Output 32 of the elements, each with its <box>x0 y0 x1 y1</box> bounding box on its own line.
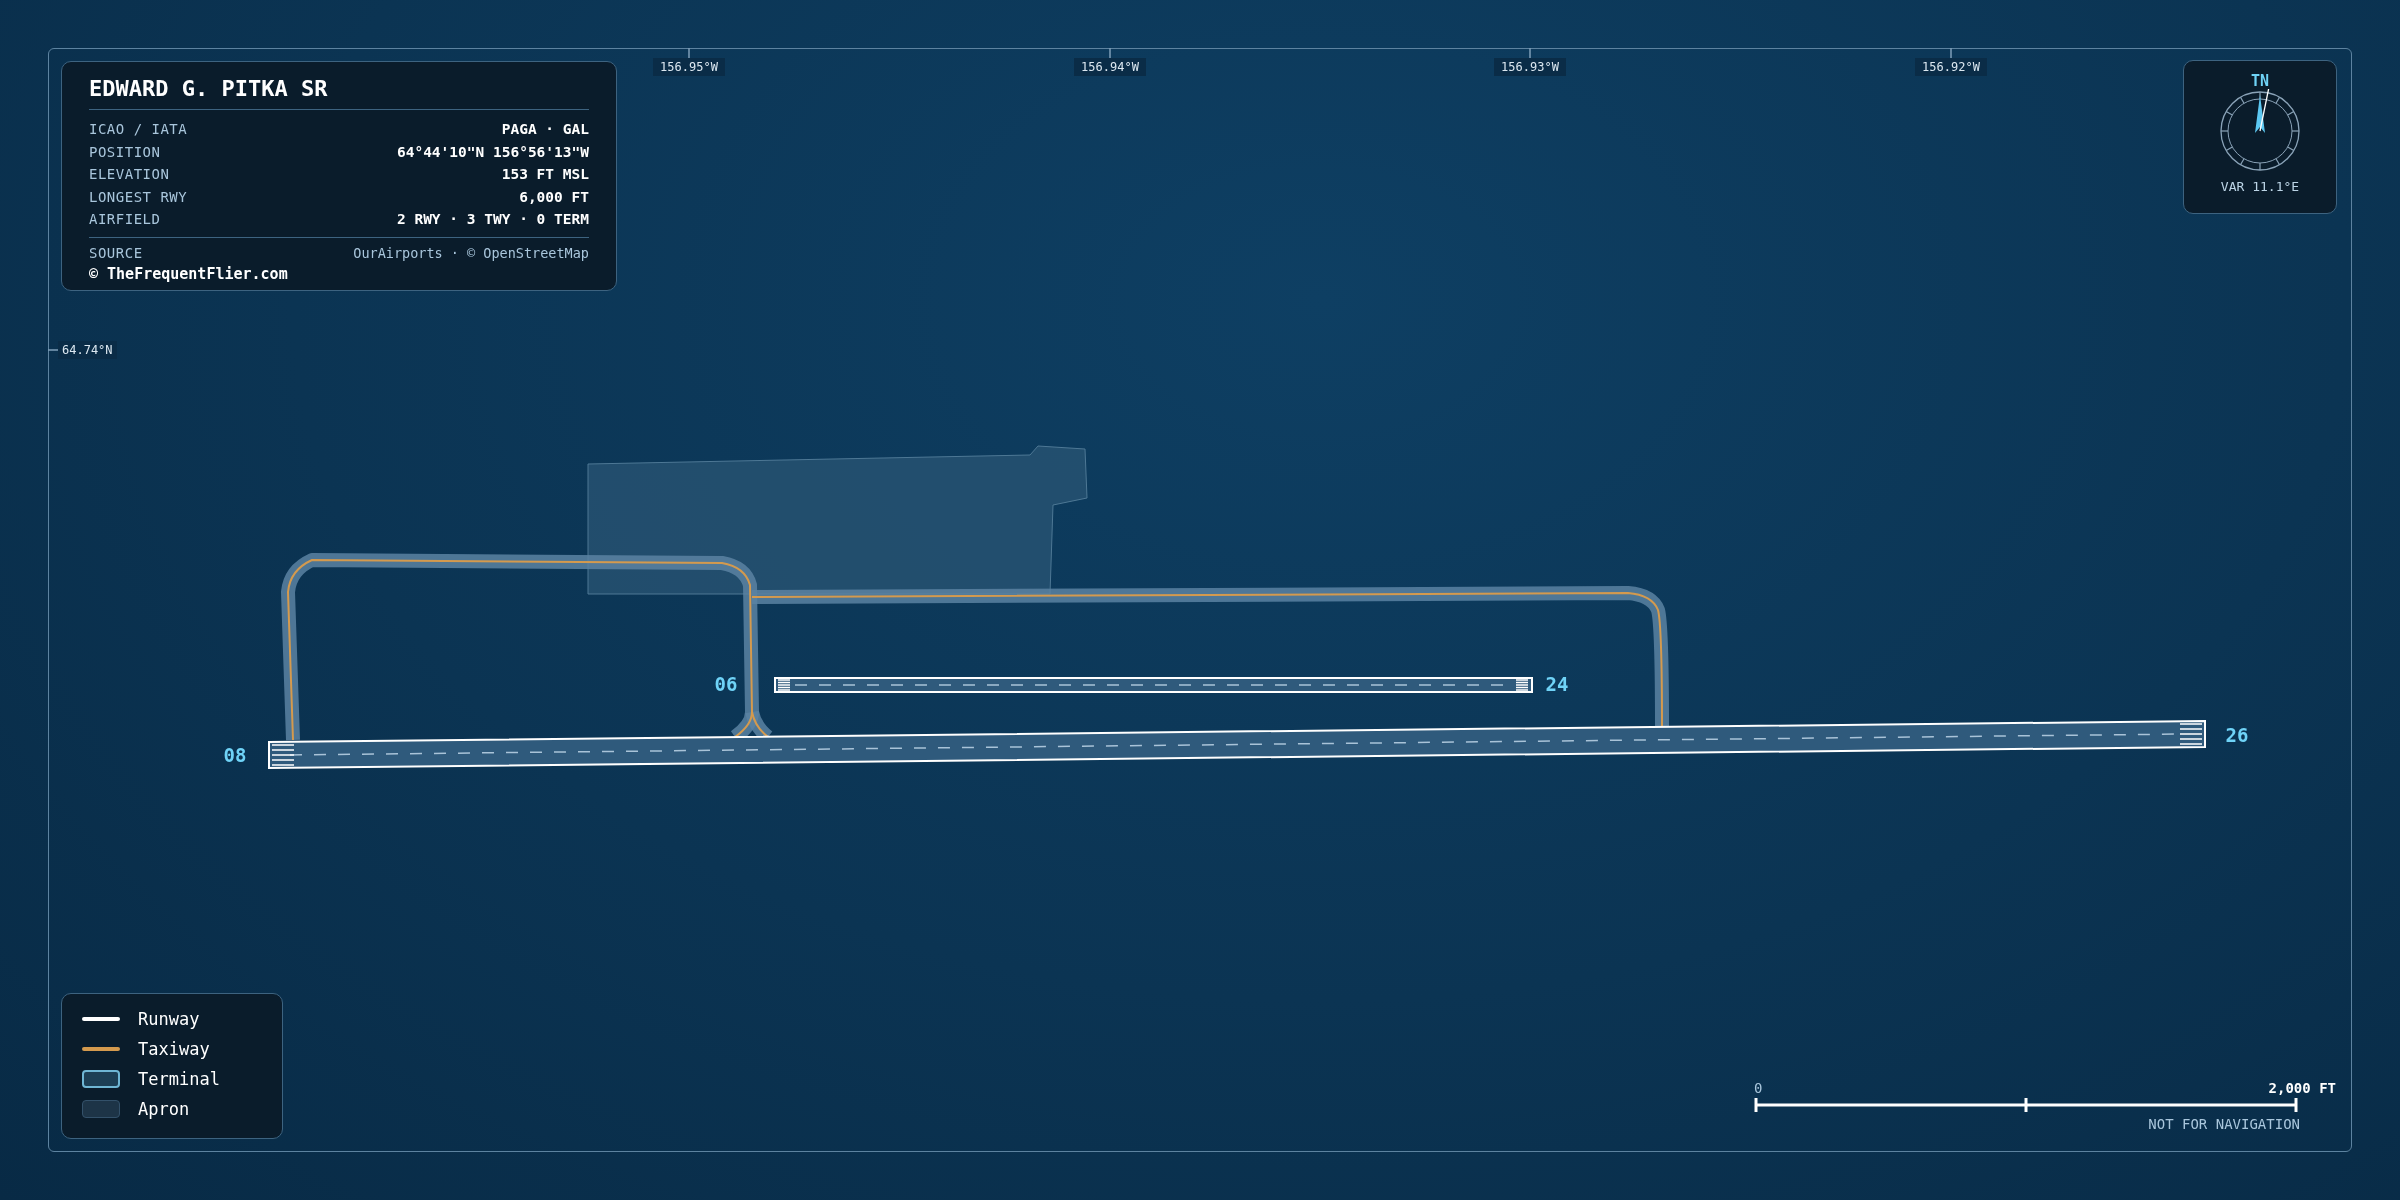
magnetic-variation: VAR 11.1°E <box>2220 179 2300 194</box>
info-value: PAGA · GAL <box>501 120 589 139</box>
navigation-disclaimer: NOT FOR NAVIGATION <box>2148 1116 2300 1132</box>
longitude-label: 156.92°W <box>1915 58 1987 76</box>
info-value: 6,000 FT <box>519 187 589 207</box>
runway-end-label: 26 <box>2225 724 2249 746</box>
source-label: SOURCE <box>89 243 143 263</box>
info-label: LONGEST RWY <box>89 187 188 207</box>
scale-start-label: 0 <box>1754 1080 1763 1096</box>
longitude-label: 156.93°W <box>1494 58 1566 76</box>
runway-end-label: 08 <box>223 744 247 766</box>
longitude-label: 156.95°W <box>653 58 725 76</box>
airport-name: EDWARD G. PITKA SR <box>89 76 589 110</box>
info-value: 2 RWY · 3 TWY · 0 TERM <box>396 210 589 229</box>
legend-label: Terminal <box>138 1069 220 1089</box>
info-value: 153 FT MSL <box>501 165 589 184</box>
info-value: 64°44'10"N 156°56'13"W <box>396 142 589 162</box>
true-north-label: TN <box>2250 73 2270 89</box>
legend-label: Runway <box>138 1009 200 1029</box>
legend-label: Apron <box>138 1099 190 1119</box>
source-value: OurAirports · © OpenStreetMap <box>353 243 589 263</box>
legend-label: Taxiway <box>138 1039 210 1059</box>
copyright-text: © TheFrequentFlier.com <box>89 264 289 284</box>
info-label: AIRFIELD <box>89 210 161 229</box>
info-label: ELEVATION <box>89 165 170 184</box>
info-label: ICAO / IATA <box>89 120 188 139</box>
longitude-label: 156.94°W <box>1074 58 1146 76</box>
scale-end-label: 2,000 FT <box>2268 1080 2336 1096</box>
latitude-label: 64.74°N <box>58 341 117 359</box>
runway-end-label: 24 <box>1545 673 1569 695</box>
info-label: POSITION <box>89 142 161 162</box>
runway-end-label: 06 <box>714 673 738 695</box>
